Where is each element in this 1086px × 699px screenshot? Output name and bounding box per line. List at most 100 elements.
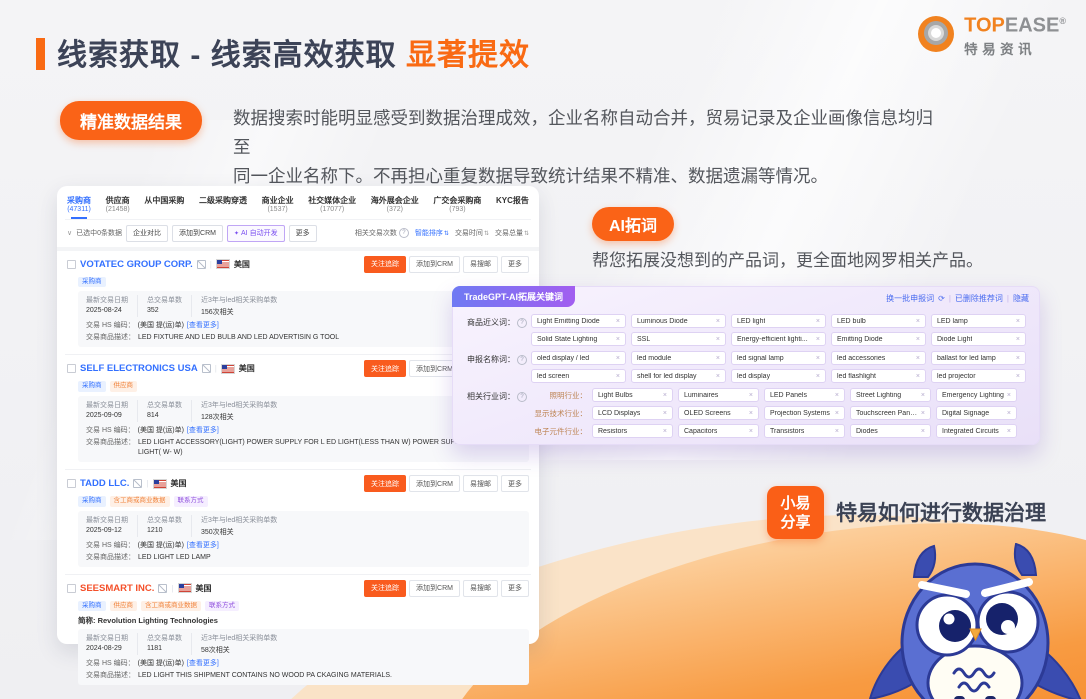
tab-商业企业[interactable]: 商业企业(1537) — [262, 193, 294, 219]
tab-从中国采购[interactable]: 从中国采购 — [144, 193, 184, 219]
row-checkbox[interactable] — [67, 479, 76, 488]
description-label: 交易商品描述： — [86, 552, 135, 562]
tab-label: 商业企业 — [262, 196, 294, 205]
remove-keyword-icon[interactable]: × — [616, 373, 620, 380]
remove-keyword-icon[interactable]: × — [816, 318, 820, 325]
company-country: 美国 — [234, 259, 250, 270]
stat-value: 128次相关 — [201, 412, 277, 422]
remove-keyword-icon[interactable]: × — [1016, 373, 1020, 380]
remove-keyword-icon[interactable]: × — [749, 410, 753, 417]
company-button-添加到CRM[interactable]: 添加到CRM — [409, 580, 460, 597]
remove-keyword-icon[interactable]: × — [616, 336, 620, 343]
tradegpt-action-隐藏[interactable]: 隐藏 — [1013, 293, 1029, 304]
remove-keyword-icon[interactable]: × — [921, 410, 925, 417]
tab-KYC报告[interactable]: KYC报告 — [496, 193, 529, 219]
view-more-link[interactable]: [查看更多] — [187, 658, 219, 668]
remove-keyword-icon[interactable]: × — [1016, 336, 1020, 343]
remove-keyword-icon[interactable]: × — [835, 392, 839, 399]
toolbar-button-添加到CRM[interactable]: 添加到CRM — [172, 225, 223, 242]
tradegpt-action-换一批申报词[interactable]: 换一批申报词 — [886, 293, 934, 304]
caret-down-icon[interactable]: ∨ — [67, 229, 72, 237]
remove-keyword-icon[interactable]: × — [921, 428, 925, 435]
company-name[interactable]: SEESMART INC. — [80, 583, 154, 594]
remove-keyword-icon[interactable]: × — [716, 355, 720, 362]
stat-label: 近3年与led相关采购单数 — [201, 295, 277, 305]
info-icon: ? — [517, 355, 527, 365]
tradegpt-action-已删除推荐词[interactable]: 已删除推荐词 — [955, 293, 1003, 304]
remove-keyword-icon[interactable]: × — [1007, 428, 1011, 435]
remove-keyword-icon[interactable]: × — [916, 336, 920, 343]
toolbar-button-企业对比[interactable]: 企业对比 — [126, 225, 168, 242]
tab-二级采购穿透[interactable]: 二级采购穿透 — [199, 193, 247, 219]
remove-keyword-icon[interactable]: × — [716, 373, 720, 380]
company-name[interactable]: TADD LLC. — [80, 478, 129, 489]
company-button-添加到CRM[interactable]: 添加到CRM — [409, 475, 460, 492]
remove-keyword-icon[interactable]: × — [716, 336, 720, 343]
tab-海外展会企业[interactable]: 海外展会企业(372) — [371, 193, 419, 219]
company-button-关注追踪[interactable]: 关注追踪 — [364, 256, 406, 273]
view-more-link[interactable]: [查看更多] — [187, 320, 219, 330]
toolbar-button-更多[interactable]: 更多 — [289, 225, 317, 242]
remove-keyword-icon[interactable]: × — [835, 410, 839, 417]
company-button-更多[interactable]: 更多 — [501, 475, 529, 492]
remove-keyword-icon[interactable]: × — [921, 392, 925, 399]
hs-label: 交易 HS 编码： — [86, 540, 135, 550]
keyword-text: LED bulb — [837, 318, 866, 325]
row-checkbox[interactable] — [67, 260, 76, 269]
remove-keyword-icon[interactable]: × — [916, 373, 920, 380]
keyword-group: 显示技术行业：LCD Displays×OLED Screens×Project… — [531, 406, 1031, 420]
view-more-link[interactable]: [查看更多] — [187, 425, 219, 435]
company-button-更多[interactable]: 更多 — [501, 580, 529, 597]
company-name[interactable]: VOTATEC GROUP CORP. — [80, 259, 193, 270]
tab-采购商[interactable]: 采购商(47311) — [67, 193, 91, 219]
external-link-icon[interactable] — [133, 479, 142, 488]
remove-keyword-icon[interactable]: × — [1007, 392, 1011, 399]
external-link-icon[interactable] — [197, 260, 206, 269]
company-button-关注追踪[interactable]: 关注追踪 — [364, 580, 406, 597]
remove-keyword-icon[interactable]: × — [663, 410, 667, 417]
remove-keyword-icon[interactable]: × — [716, 318, 720, 325]
tab-count — [199, 206, 247, 215]
company-button-易搜邮[interactable]: 易搜邮 — [463, 580, 498, 597]
sort-交易时间[interactable]: 交易时间⇅ — [455, 228, 489, 238]
remove-keyword-icon[interactable]: × — [663, 392, 667, 399]
remove-keyword-icon[interactable]: × — [749, 392, 753, 399]
sort-交易总量[interactable]: 交易总量⇅ — [495, 228, 529, 238]
remove-keyword-icon[interactable]: × — [816, 336, 820, 343]
toolbar-button-AI 自动开发[interactable]: ✦AI 自动开发 — [227, 225, 285, 242]
remove-keyword-icon[interactable]: × — [1016, 318, 1020, 325]
stat-value: 2025-09-12 — [86, 527, 128, 534]
company-name[interactable]: SELF ELECTRONICS USA — [80, 363, 198, 374]
us-flag-icon — [153, 479, 167, 489]
tab-供应商[interactable]: 供应商(21458) — [106, 193, 130, 219]
company-button-添加到CRM[interactable]: 添加到CRM — [409, 256, 460, 273]
remove-keyword-icon[interactable]: × — [816, 373, 820, 380]
remove-keyword-icon[interactable]: × — [916, 318, 920, 325]
remove-keyword-icon[interactable]: × — [835, 428, 839, 435]
remove-keyword-icon[interactable]: × — [616, 318, 620, 325]
external-link-icon[interactable] — [202, 364, 211, 373]
tab-广交会采购商[interactable]: 广交会采购商(793) — [433, 193, 481, 219]
row-checkbox[interactable] — [67, 364, 76, 373]
remove-keyword-icon[interactable]: × — [916, 355, 920, 362]
remove-keyword-icon[interactable]: × — [816, 355, 820, 362]
external-link-icon[interactable] — [158, 584, 167, 593]
company-button-更多[interactable]: 更多 — [501, 256, 529, 273]
description-value: LED LIGHT LED LAMP — [138, 553, 521, 563]
view-more-link[interactable]: [查看更多] — [187, 540, 219, 550]
company-button-易搜邮[interactable]: 易搜邮 — [463, 256, 498, 273]
tab-社交媒体企业[interactable]: 社交媒体企业(17077) — [308, 193, 356, 219]
company-button-关注追踪[interactable]: 关注追踪 — [364, 475, 406, 492]
remove-keyword-icon[interactable]: × — [1007, 410, 1011, 417]
remove-keyword-icon[interactable]: × — [1016, 355, 1020, 362]
remove-keyword-icon[interactable]: × — [663, 428, 667, 435]
company-button-易搜邮[interactable]: 易搜邮 — [463, 475, 498, 492]
company-button-关注追踪[interactable]: 关注追踪 — [364, 360, 406, 377]
row-checkbox[interactable] — [67, 584, 76, 593]
separator: | — [171, 584, 173, 593]
remove-keyword-icon[interactable]: × — [749, 428, 753, 435]
refresh-icon[interactable]: ⟳ — [938, 294, 945, 303]
xiaoyi-share-badge: 小易 分享 — [767, 486, 824, 539]
remove-keyword-icon[interactable]: × — [616, 355, 620, 362]
sort-智能排序[interactable]: 智能排序⇅ — [415, 228, 449, 238]
